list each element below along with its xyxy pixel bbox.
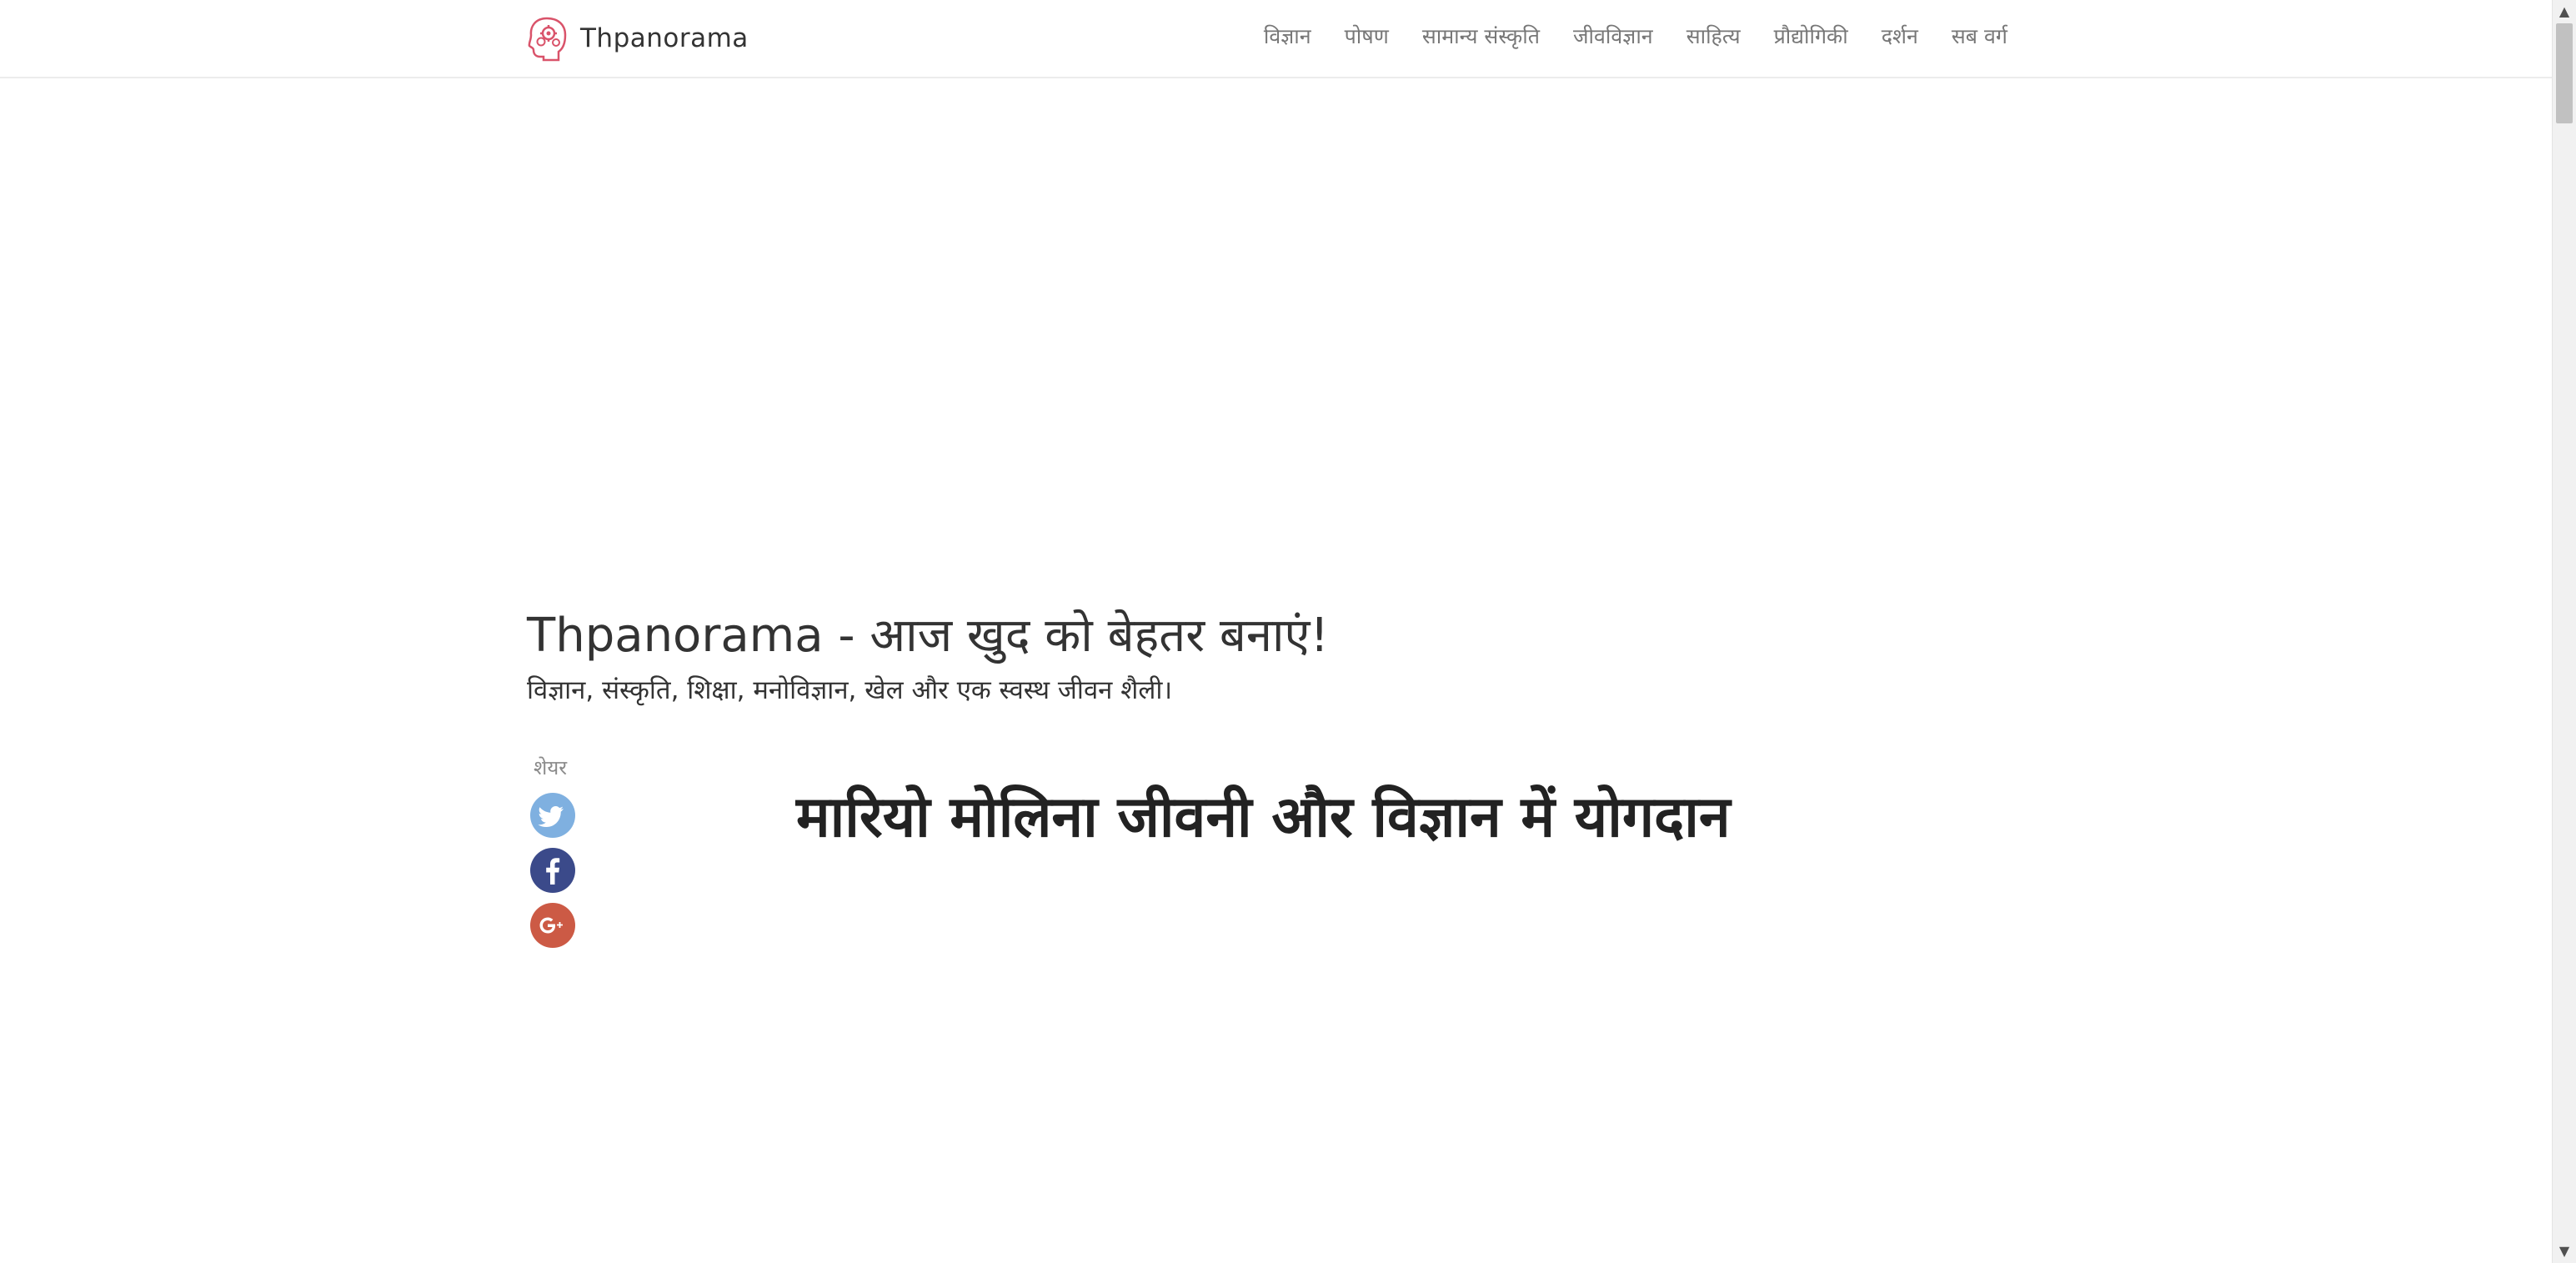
google-plus-share-button[interactable]	[530, 903, 575, 948]
nav-item-nutrition[interactable]: पोषण	[1345, 22, 1389, 50]
brand-name: Thpanorama	[580, 23, 749, 53]
top-navbar: Thpanorama विज्ञान पोषण सामान्य संस्कृति…	[0, 0, 2553, 78]
share-label: शेयर	[534, 756, 568, 779]
twitter-share-button[interactable]	[530, 793, 575, 838]
site-tagline-subtitle: विज्ञान, संस्कृति, शिक्षा, मनोविज्ञान, ख…	[527, 675, 1173, 705]
nav-item-science[interactable]: विज्ञान	[1264, 22, 1311, 50]
facebook-share-button[interactable]	[530, 848, 575, 893]
main-nav: विज्ञान पोषण सामान्य संस्कृति जीवविज्ञान…	[1264, 22, 2007, 50]
brand-link[interactable]: Thpanorama	[527, 15, 749, 62]
facebook-icon	[546, 858, 560, 885]
twitter-icon	[538, 806, 564, 827]
page: Thpanorama विज्ञान पोषण सामान्य संस्कृति…	[0, 0, 2576, 1263]
brain-gears-icon	[527, 15, 567, 62]
article-title: मारियो मोलिना जीवनी और विज्ञान में योगदा…	[796, 784, 1731, 850]
share-panel: शेयर	[530, 754, 580, 958]
nav-item-general-culture[interactable]: सामान्य संस्कृति	[1422, 22, 1540, 50]
nav-item-philosophy[interactable]: दर्शन	[1882, 22, 1918, 50]
scroll-down-arrow-icon[interactable]: ▼	[2553, 1240, 2576, 1263]
google-plus-icon	[539, 917, 563, 934]
nav-item-biology[interactable]: जीवविज्ञान	[1573, 22, 1653, 50]
nav-item-technology[interactable]: प्रौद्योगिकी	[1774, 22, 1848, 50]
scroll-up-arrow-icon[interactable]: ▲	[2553, 0, 2576, 23]
scrollbar-thumb[interactable]	[2556, 23, 2573, 123]
nav-item-all-categories[interactable]: सब वर्ग	[1952, 22, 2007, 50]
nav-item-literature[interactable]: साहित्य	[1686, 22, 1741, 50]
site-tagline-title: Thpanorama - आज खुद को बेहतर बनाएं!	[527, 609, 1329, 663]
vertical-scrollbar[interactable]: ▲ ▼	[2552, 0, 2576, 1263]
